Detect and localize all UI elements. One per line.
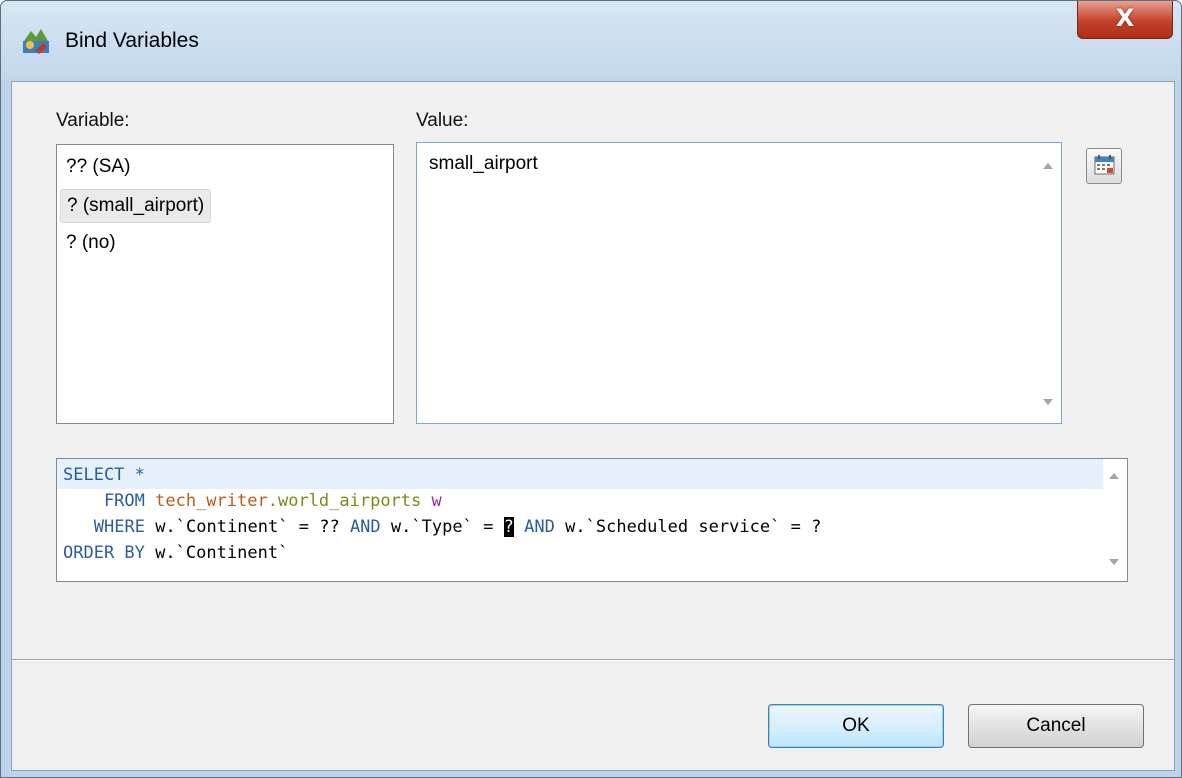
window-title: Bind Variables (65, 29, 199, 52)
scroll-down-icon[interactable] (1043, 399, 1053, 405)
sql-keyword: WHERE (93, 517, 145, 537)
sql-preview[interactable]: SELECT * FROM tech_writer.world_airports… (56, 458, 1128, 582)
sql-keyword: FROM (63, 491, 156, 511)
current-line-highlight (57, 459, 1103, 489)
sql-keyword: ORDER BY (63, 543, 145, 563)
title-bar[interactable]: Bind Variables X (1, 1, 1181, 81)
sql-text: AND w.`Scheduled service` = ? (524, 517, 822, 537)
value-text: small_airport (429, 153, 538, 174)
sql-table: world_airports (277, 491, 422, 511)
value-label: Value: (416, 110, 469, 131)
sql-keyword: SELECT * (63, 465, 145, 485)
bind-variables-dialog: Bind Variables X Variable: Value: ?? (SA… (0, 0, 1182, 778)
dialog-body: Variable: Value: ?? (SA) ? (small_airpor… (11, 81, 1175, 771)
variable-label: Variable: (56, 110, 130, 131)
sql-text: WHERE w.`Continent` = ?? AND w.`Type` = (93, 517, 494, 537)
sql-line: FROM tech_writer.world_airports w (63, 489, 442, 513)
sql-keyword: AND (349, 517, 381, 537)
variable-item[interactable]: ?? (SA) (60, 151, 136, 183)
sql-alias: w (421, 491, 442, 511)
sql-keyword: AND (524, 517, 555, 537)
app-icon (23, 29, 49, 54)
sql-dot: . (267, 491, 278, 511)
sql-line: WHERE w.`Continent` = ?? AND w.`Type` = … (63, 515, 821, 539)
calendar-icon (1094, 155, 1115, 175)
scroll-up-icon[interactable] (1043, 163, 1053, 169)
variable-item[interactable]: ? (no) (60, 227, 122, 259)
cancel-button[interactable]: Cancel (968, 704, 1144, 748)
sql-schema: tech_writer (155, 491, 268, 511)
value-textarea[interactable]: small_airport (416, 142, 1062, 424)
sql-line: ORDER BY w.`Continent` (63, 541, 288, 565)
sql-current-placeholder: ? (503, 517, 514, 537)
variable-list[interactable]: ?? (SA) ? (small_airport) ? (no) (56, 144, 394, 424)
close-button[interactable]: X (1077, 1, 1173, 39)
variable-item-selected[interactable]: ? (small_airport) (60, 189, 212, 223)
scroll-up-icon[interactable] (1109, 473, 1119, 479)
sql-text: ORDER BY w.`Continent` (63, 543, 289, 563)
separator-highlight (12, 660, 1174, 661)
scroll-down-icon[interactable] (1109, 559, 1119, 565)
sql-scrollbar[interactable] (1101, 459, 1127, 579)
value-scrollbar[interactable] (1035, 143, 1061, 423)
close-icon: X (1115, 4, 1135, 32)
sql-line: SELECT * (63, 463, 145, 487)
ok-button[interactable]: OK (768, 704, 944, 748)
date-picker-button[interactable] (1086, 148, 1122, 184)
